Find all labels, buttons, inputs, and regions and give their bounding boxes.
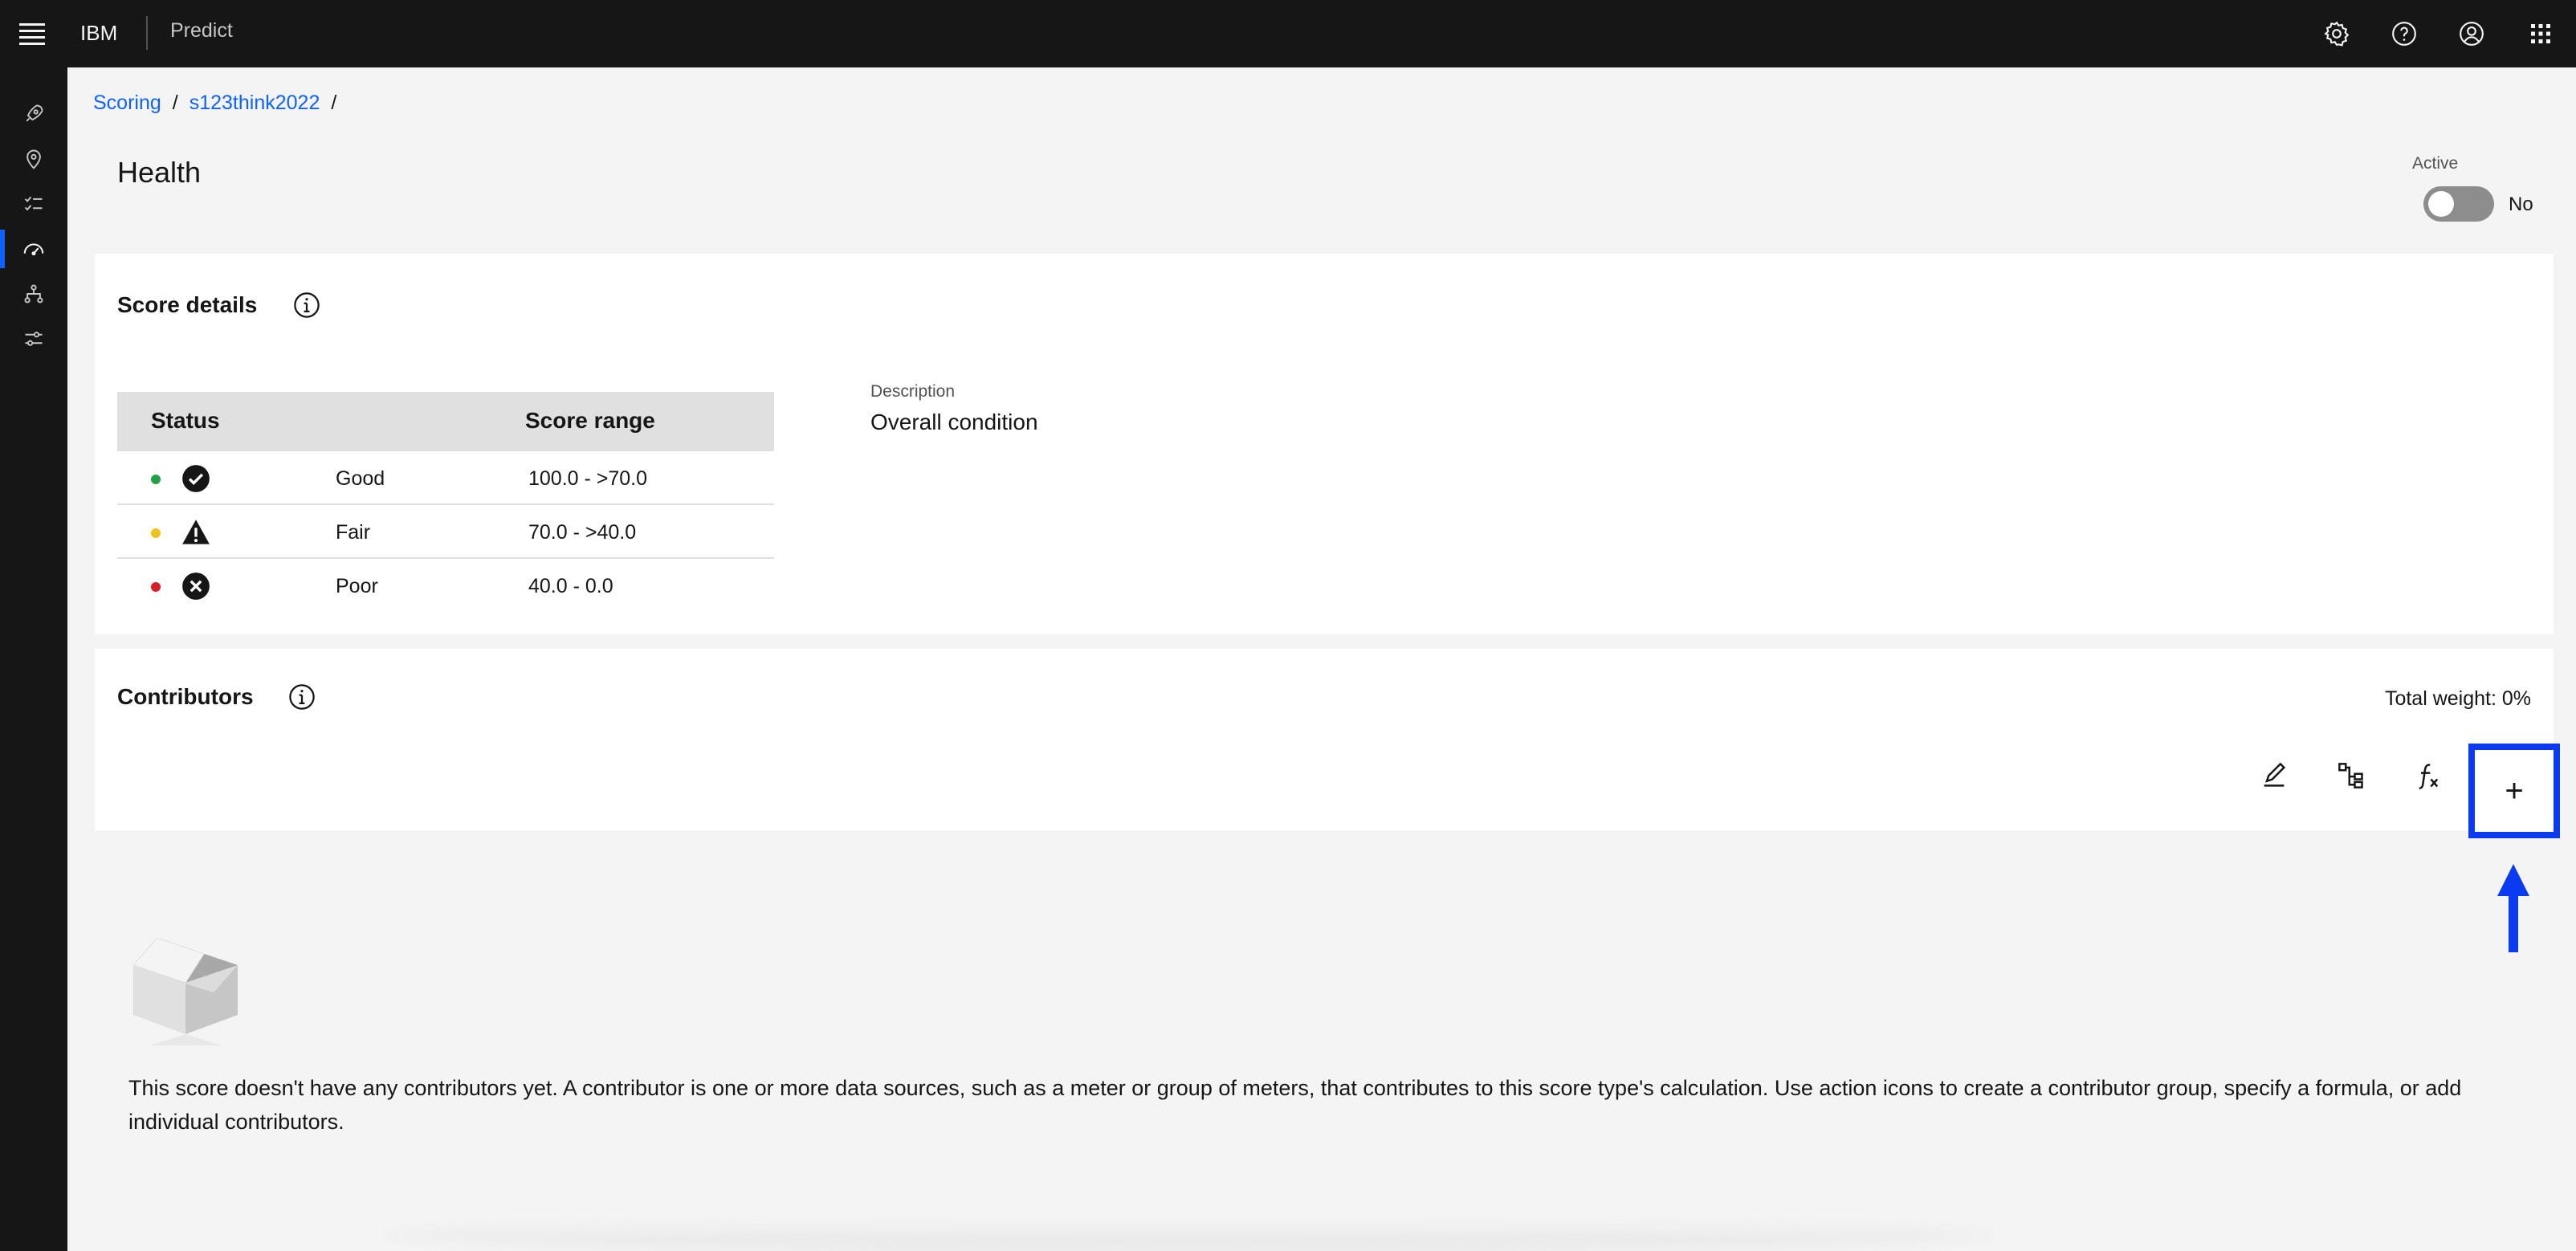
- user-avatar-icon[interactable]: [2454, 16, 2489, 51]
- status-column-header: Status: [151, 408, 220, 433]
- status-dot-good: [151, 475, 161, 484]
- meter-icon[interactable]: [0, 226, 67, 271]
- score-range-value: 100.0 - >70.0: [528, 467, 648, 490]
- status-dot-fair: [151, 528, 161, 538]
- edit-icon[interactable]: [2242, 744, 2306, 808]
- status-label: Good: [336, 467, 385, 490]
- score-details-title: Score details: [117, 292, 258, 317]
- active-toggle-state: No: [2509, 194, 2533, 215]
- active-label: Active: [2412, 154, 2459, 173]
- description-value: Overall condition: [870, 410, 1038, 434]
- status-label: Fair: [336, 521, 371, 544]
- formula-icon[interactable]: [2396, 744, 2460, 808]
- side-navigation: [0, 67, 67, 1251]
- task-list-icon[interactable]: [0, 181, 67, 226]
- table-row: Fair 70.0 - >40.0: [117, 505, 774, 559]
- product-name[interactable]: Predict: [170, 19, 233, 43]
- empty-box-icon: [132, 937, 238, 1045]
- contributors-title: Contributors: [117, 684, 254, 709]
- score-range-value: 40.0 - 0.0: [528, 575, 613, 597]
- contributors-card: Contributors Total weight: 0%: [95, 649, 2554, 830]
- empty-state-message: This score doesn't have any contributors…: [128, 1076, 2462, 1134]
- warning-filled-icon: [182, 520, 210, 544]
- score-range-value: 70.0 - >40.0: [528, 521, 637, 544]
- info-icon[interactable]: [292, 291, 321, 320]
- total-weight: Total weight: 0%: [2384, 687, 2531, 710]
- error-filled-icon: [182, 573, 210, 600]
- location-icon[interactable]: [0, 137, 67, 181]
- rocket-icon[interactable]: [0, 92, 67, 137]
- brand-name[interactable]: IBM: [80, 21, 117, 46]
- info-icon[interactable]: [287, 683, 316, 711]
- app-switcher-icon[interactable]: [2523, 16, 2558, 51]
- breadcrumb-separator: /: [331, 92, 337, 114]
- breadcrumb: Scoring / s123think2022 /: [93, 92, 336, 115]
- status-label: Poor: [336, 575, 378, 597]
- help-icon[interactable]: [2386, 16, 2422, 51]
- table-row: Poor 40.0 - 0.0: [117, 559, 774, 613]
- header-divider: [146, 16, 148, 50]
- breadcrumb-model[interactable]: s123think2022: [190, 92, 320, 115]
- breadcrumb-scoring[interactable]: Scoring: [93, 92, 161, 115]
- menu-icon[interactable]: [16, 18, 48, 50]
- settings-icon[interactable]: [2319, 16, 2354, 51]
- score-details-card: Score details Status Score range Good 10…: [95, 254, 2554, 634]
- top-header: IBM Predict: [0, 0, 2576, 67]
- active-toggle[interactable]: [2423, 186, 2494, 222]
- status-dot-poor: [151, 582, 161, 592]
- score-range-column-header: Score range: [525, 408, 655, 433]
- breadcrumb-separator: /: [172, 92, 178, 114]
- checkmark-filled-icon: [182, 465, 210, 492]
- arrow-shaft: [2509, 891, 2518, 952]
- hierarchy-icon[interactable]: [0, 271, 67, 316]
- add-contributor-button[interactable]: +: [2475, 750, 2554, 832]
- contributor-group-icon[interactable]: [2319, 744, 2383, 808]
- table-header: Status Score range: [117, 392, 774, 451]
- bottom-shadow: [385, 1219, 1991, 1251]
- status-table: Status Score range Good 100.0 - >70.0 Fa…: [117, 392, 774, 613]
- settings-adjust-icon[interactable]: [0, 316, 67, 361]
- page-title: Health: [117, 156, 202, 189]
- description-label: Description: [870, 382, 956, 401]
- table-row: Good 100.0 - >70.0: [117, 451, 774, 505]
